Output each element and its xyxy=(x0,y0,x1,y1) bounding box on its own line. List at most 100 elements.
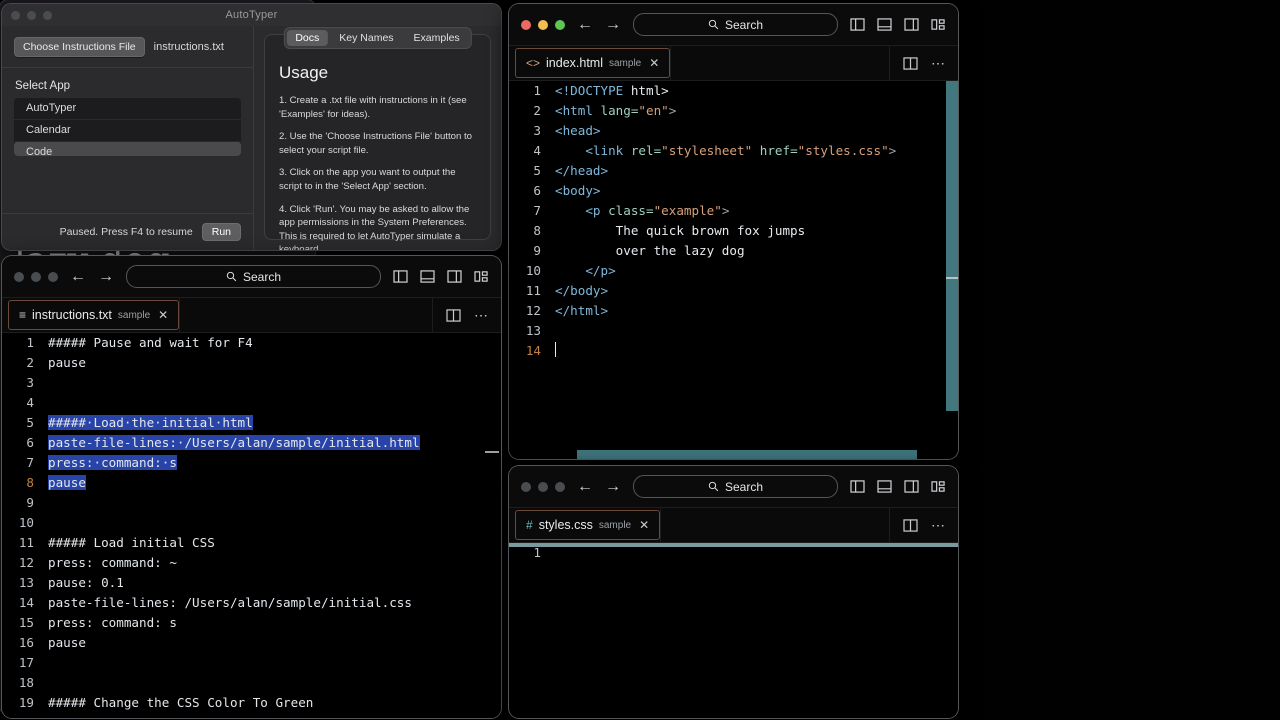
window-controls[interactable] xyxy=(14,271,58,282)
tab-instructions-txt[interactable]: ≡ instructions.txt sample ✕ xyxy=(8,300,180,330)
horizontal-scrollbar[interactable] xyxy=(509,543,958,547)
minimize-button[interactable] xyxy=(27,10,36,20)
toggle-primary-sidebar-icon[interactable] xyxy=(850,18,865,31)
more-actions-icon[interactable]: ⋯ xyxy=(931,518,945,532)
maximize-button[interactable] xyxy=(555,19,565,30)
window-controls[interactable] xyxy=(11,10,52,20)
line-number: 6 xyxy=(533,183,541,198)
code-line: 6 <body> xyxy=(509,181,958,201)
toggle-panel-icon[interactable] xyxy=(877,18,892,31)
close-button[interactable] xyxy=(521,481,531,492)
close-tab-icon[interactable]: ✕ xyxy=(639,518,649,532)
tab-styles-css[interactable]: # styles.css sample ✕ xyxy=(515,510,661,540)
layout-toggles[interactable] xyxy=(393,270,489,283)
forward-arrow-icon[interactable]: → xyxy=(605,478,621,495)
styles-css-code-area[interactable]: 1 xyxy=(509,543,958,718)
code-line: 7 press:·command:·s xyxy=(2,453,501,473)
forward-arrow-icon[interactable]: → xyxy=(605,16,621,33)
code-line: 10 xyxy=(2,513,501,533)
line-content: ##### Pause and wait for F4 xyxy=(48,335,253,350)
close-button[interactable] xyxy=(14,271,24,282)
more-actions-icon[interactable]: ⋯ xyxy=(474,308,488,322)
line-number: 9 xyxy=(533,243,541,258)
close-button[interactable] xyxy=(11,10,20,20)
search-input[interactable]: Search xyxy=(126,265,381,288)
line-number: 18 xyxy=(18,675,34,690)
search-input[interactable]: Search xyxy=(633,475,838,498)
docs-card: Docs Key Names Examples Usage 1. Create … xyxy=(264,27,491,250)
toggle-panel-icon[interactable] xyxy=(877,480,892,493)
window-controls[interactable] xyxy=(521,481,565,492)
choose-instructions-file-button[interactable]: Choose Instructions File xyxy=(14,37,145,57)
toggle-panel-icon[interactable] xyxy=(420,270,435,283)
line-content: ##### Load initial CSS xyxy=(48,535,215,550)
vertical-scrollbar[interactable] xyxy=(946,81,958,411)
layout-toggles[interactable] xyxy=(850,18,946,31)
maximize-button[interactable] xyxy=(555,481,565,492)
code-line: 16 pause xyxy=(2,633,501,653)
split-editor-icon[interactable] xyxy=(446,308,461,322)
text-file-icon: ≡ xyxy=(19,308,27,322)
app-list-item[interactable]: Calendar xyxy=(14,120,241,142)
tab-docs[interactable]: Docs xyxy=(286,30,329,46)
back-arrow-icon[interactable]: ← xyxy=(577,16,593,33)
scrollbar-mark[interactable] xyxy=(485,451,499,453)
code-line: 9 over the lazy dog xyxy=(509,241,958,261)
code-line: 2 pause xyxy=(2,353,501,373)
layout-toggles[interactable] xyxy=(850,480,946,493)
forward-arrow-icon[interactable]: → xyxy=(98,268,114,285)
line-number: 6 xyxy=(26,435,34,450)
code-line: 8 pause xyxy=(2,473,501,493)
instructions-code-area[interactable]: 1 ##### Pause and wait for F4 2 pause 3 4 5 ###… xyxy=(2,333,501,718)
customize-layout-icon[interactable] xyxy=(931,18,946,31)
code-line: 9 xyxy=(2,493,501,513)
line-number: 14 xyxy=(18,595,34,610)
back-arrow-icon[interactable]: ← xyxy=(577,478,593,495)
search-placeholder: Search xyxy=(242,269,282,284)
app-list-item[interactable]: AutoTyper xyxy=(14,98,241,120)
docs-tabbar[interactable]: Docs Key Names Examples xyxy=(283,27,472,49)
line-number: 14 xyxy=(525,343,541,358)
run-button[interactable]: Run xyxy=(201,223,241,241)
autotyper-window: AutoTyper Choose Instructions File instr… xyxy=(2,4,501,250)
tab-examples[interactable]: Examples xyxy=(405,30,469,46)
minimize-button[interactable] xyxy=(538,19,548,30)
tab-folder: sample xyxy=(598,519,632,531)
index-html-editor-window: ← → Search <> index.html sample ✕ ⋯ 1 <!… xyxy=(509,4,958,459)
tab-key-names[interactable]: Key Names xyxy=(330,30,402,46)
customize-layout-icon[interactable] xyxy=(931,480,946,493)
split-editor-icon[interactable] xyxy=(903,56,918,70)
search-input[interactable]: Search xyxy=(633,13,838,36)
line-number: 13 xyxy=(18,575,34,590)
line-number: 5 xyxy=(533,163,541,178)
toggle-primary-sidebar-icon[interactable] xyxy=(850,480,865,493)
choose-file-row: Choose Instructions File instructions.tx… xyxy=(2,26,253,68)
toggle-secondary-sidebar-icon[interactable] xyxy=(447,270,462,283)
minimize-button[interactable] xyxy=(31,271,41,282)
index-html-code-area[interactable]: 1 <!DOCTYPE html> 2 <html lang="en"> 3 <head>… xyxy=(509,81,958,459)
toggle-primary-sidebar-icon[interactable] xyxy=(393,270,408,283)
window-controls[interactable] xyxy=(521,19,565,30)
toggle-secondary-sidebar-icon[interactable] xyxy=(904,480,919,493)
split-editor-icon[interactable] xyxy=(903,518,918,532)
close-tab-icon[interactable]: ✕ xyxy=(649,56,659,70)
more-actions-icon[interactable]: ⋯ xyxy=(931,56,945,70)
close-tab-icon[interactable]: ✕ xyxy=(158,308,168,322)
app-list-item-selected[interactable]: Code xyxy=(14,141,241,156)
tab-index-html[interactable]: <> index.html sample ✕ xyxy=(515,48,671,78)
maximize-button[interactable] xyxy=(48,271,58,282)
code-line: 18 xyxy=(2,673,501,693)
line-content: <!DOCTYPE html> xyxy=(555,83,669,98)
line-content: </body> xyxy=(555,283,609,298)
line-number: 1 xyxy=(533,83,541,98)
app-list[interactable]: AutoTyper Calendar Code Contacts Discord… xyxy=(14,98,241,156)
back-arrow-icon[interactable]: ← xyxy=(70,268,86,285)
horizontal-scrollbar[interactable] xyxy=(577,450,917,459)
minimize-button[interactable] xyxy=(538,481,548,492)
maximize-button[interactable] xyxy=(43,10,52,20)
toggle-secondary-sidebar-icon[interactable] xyxy=(904,18,919,31)
customize-layout-icon[interactable] xyxy=(474,270,489,283)
code-line: 11 ##### Load initial CSS xyxy=(2,533,501,553)
close-button[interactable] xyxy=(521,19,531,30)
code-lines: 1 <!DOCTYPE html> 2 <html lang="en"> 3 <head>… xyxy=(509,81,958,361)
